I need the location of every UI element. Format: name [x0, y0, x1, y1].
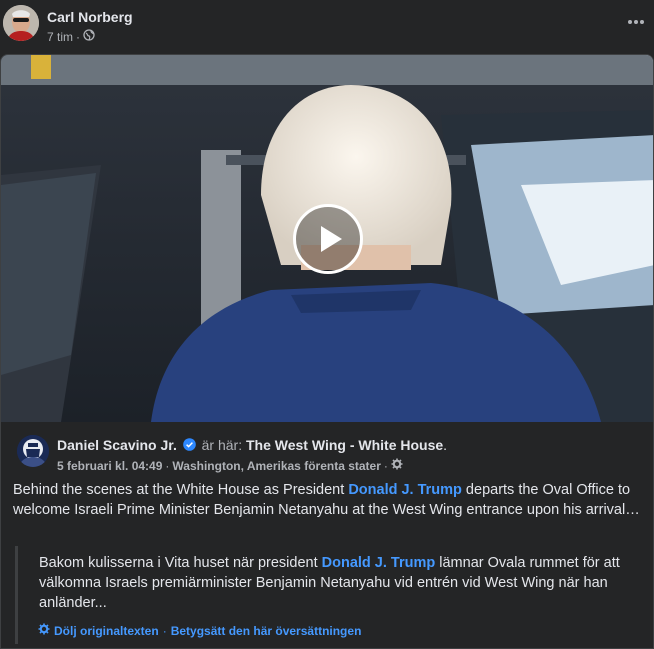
author-avatar[interactable] [3, 5, 39, 41]
rate-translation-link[interactable]: Betygsätt den här översättningen [171, 624, 362, 638]
source-avatar[interactable] [17, 435, 49, 467]
post-time[interactable]: 7 tim [47, 30, 73, 44]
translation-settings-icon[interactable] [38, 623, 50, 638]
post-header: Carl Norberg 7 tim · [0, 0, 654, 54]
source-name[interactable]: Daniel Scavino Jr. [57, 437, 177, 453]
translation-text-part: Bakom kulisserna i Vita huset när presid… [39, 555, 322, 571]
title-period: . [443, 437, 448, 453]
meta-separator: · [76, 29, 81, 44]
translation-actions: Dölj originaltexten · Betygsätt den här … [38, 623, 361, 638]
shared-post-title: Daniel Scavino Jr. är här: The West Wing… [57, 437, 447, 453]
translated-text: Bakom kulisserna i Vita huset när presid… [39, 553, 639, 613]
feed-post: Carl Norberg 7 tim · Daniel Scavino Jr. … [0, 0, 654, 649]
video-player[interactable] [1, 55, 653, 422]
shared-post-header: Daniel Scavino Jr. är här: The West Wing… [1, 431, 653, 477]
more-options-icon[interactable] [626, 12, 646, 32]
mention-link[interactable]: Donald J. Trump [348, 482, 462, 498]
translation-block: Bakom kulisserna i Vita huset när presid… [15, 546, 643, 644]
shared-post-text: Behind the scenes at the White House as … [13, 480, 643, 520]
verified-badge-icon [182, 438, 196, 451]
shared-post-meta: 5 februari kl. 04:49 · Washington, Ameri… [57, 458, 403, 473]
checkin-place[interactable]: The West Wing - White House [246, 437, 443, 453]
shared-post-card[interactable]: Daniel Scavino Jr. är här: The West Wing… [0, 54, 654, 649]
post-meta: 7 tim · [47, 29, 95, 44]
actions-separator: · [162, 623, 167, 638]
is-at-text: är här: [201, 437, 243, 453]
shared-post-date[interactable]: 5 februari kl. 04:49 [57, 459, 162, 473]
post-text-part: Behind the scenes at the White House as … [13, 482, 349, 498]
gear-icon [391, 458, 403, 473]
meta-separator: · [165, 458, 170, 473]
play-icon[interactable] [293, 204, 363, 274]
globe-icon [83, 29, 95, 44]
meta-separator: · [383, 458, 388, 473]
shared-post-location[interactable]: Washington, Amerikas förenta stater [172, 459, 381, 473]
hide-original-link[interactable]: Dölj originaltexten [54, 624, 159, 638]
author-name[interactable]: Carl Norberg [47, 9, 133, 25]
mention-link[interactable]: Donald J. Trump [322, 555, 436, 571]
